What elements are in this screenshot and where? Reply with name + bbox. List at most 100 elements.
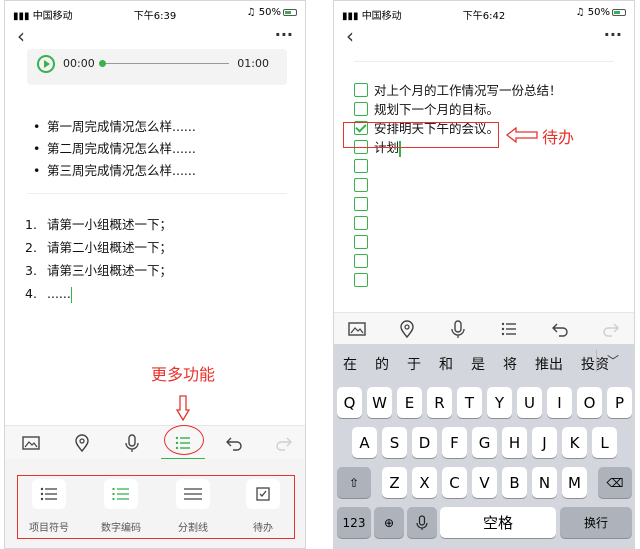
key-g[interactable]: G [472, 427, 497, 458]
todo-checkbox[interactable] [354, 159, 368, 173]
todo-checkbox[interactable] [354, 273, 368, 287]
key-h[interactable]: H [502, 427, 527, 458]
more-options-icon[interactable]: ··· [604, 25, 622, 44]
todo-checkbox[interactable] [354, 197, 368, 211]
candidate-word[interactable]: 在 [334, 354, 366, 374]
key-n[interactable]: N [532, 467, 557, 498]
key-o[interactable]: O [577, 387, 602, 418]
key-t[interactable]: T [457, 387, 482, 418]
location-pin-icon[interactable] [71, 432, 93, 454]
key-p[interactable]: P [607, 387, 632, 418]
key-c[interactable]: C [442, 467, 467, 498]
todo-format-label: 待办 [253, 523, 273, 534]
candidate-word[interactable]: 和 [430, 354, 462, 374]
highlight-box [343, 122, 499, 148]
battery-icon [612, 8, 626, 16]
globe-icon[interactable]: ⊕ [374, 507, 404, 538]
microphone-icon[interactable] [121, 432, 143, 454]
shift-key[interactable]: ⇧ [337, 467, 371, 498]
candidate-word[interactable]: 推出 [526, 354, 572, 374]
key-k[interactable]: K [562, 427, 587, 458]
redo-icon[interactable] [600, 318, 622, 340]
key-d[interactable]: D [412, 427, 437, 458]
key-b[interactable]: B [502, 467, 527, 498]
key-z[interactable]: Z [382, 467, 407, 498]
image-icon[interactable] [346, 318, 368, 340]
candidate-word[interactable]: 将 [494, 354, 526, 374]
bullet-item[interactable]: 第二周完成情况怎么样...... [33, 138, 196, 160]
keyboard: 在 的 于 和 是 将 推出 投资 ﹀ Q W E R T Y U I O P A S D F G H J K L ⇧… [334, 344, 634, 548]
todo-checkbox[interactable] [354, 102, 368, 116]
list-format-icon[interactable] [498, 318, 520, 340]
bullet-list-icon [40, 487, 57, 501]
delete-key[interactable]: ⌫ [598, 467, 632, 498]
bullet-format-button[interactable]: 项目符号 [19, 479, 79, 534]
key-v[interactable]: V [472, 467, 497, 498]
bullet-item[interactable]: 第三周完成情况怎么样...... [33, 160, 196, 182]
numbered-item[interactable]: 2. 请第二小组概述一下； [25, 236, 172, 259]
key-y[interactable]: Y [487, 387, 512, 418]
chevron-down-icon[interactable]: ﹀ [595, 350, 628, 372]
todo-checkbox[interactable] [354, 216, 368, 230]
key-r[interactable]: R [427, 387, 452, 418]
divider-format-button[interactable]: 分割线 [163, 479, 223, 534]
key-w[interactable]: W [367, 387, 392, 418]
todo-checkbox[interactable] [354, 178, 368, 192]
left-arrow-annotation [506, 127, 538, 143]
key-q[interactable]: Q [337, 387, 362, 418]
key-u[interactable]: U [517, 387, 542, 418]
number-format-button[interactable]: 数字编码 [91, 479, 151, 534]
numbered-list: 1. 请第一小组概述一下； 2. 请第二小组概述一下； 3. 请第三小组概述一下； 4… [25, 213, 172, 305]
candidate-word[interactable]: 于 [398, 354, 430, 374]
key-x[interactable]: X [412, 467, 437, 498]
down-arrow-annotation [176, 395, 190, 421]
headphone-icon: ♫ [575, 7, 588, 18]
key-l[interactable]: L [592, 427, 617, 458]
todo-checkbox[interactable] [354, 83, 368, 97]
key-i[interactable]: I [547, 387, 572, 418]
play-icon[interactable] [37, 55, 55, 73]
battery-icon [283, 8, 297, 16]
bullet-item[interactable]: 第一周完成情况怎么样...... [33, 116, 196, 138]
highlight-ellipse [164, 425, 204, 455]
todo-checkbox[interactable] [354, 254, 368, 268]
back-chevron-icon[interactable]: ‹ [17, 25, 25, 47]
candidate-bar: 在 的 于 和 是 将 推出 投资 ﹀ [334, 344, 634, 384]
todo-format-button[interactable]: 待办 [233, 479, 293, 534]
key-s[interactable]: S [382, 427, 407, 458]
key-m[interactable]: M [562, 467, 587, 498]
key-a[interactable]: A [352, 427, 377, 458]
audio-duration: 01:00 [237, 57, 269, 70]
audio-progress-handle[interactable] [99, 60, 106, 67]
more-options-icon[interactable]: ··· [275, 25, 293, 44]
redo-icon[interactable] [273, 432, 295, 454]
battery-percent: 50% [258, 7, 281, 18]
image-icon[interactable] [20, 432, 42, 454]
space-key[interactable]: 空格 [440, 507, 556, 538]
audio-current-time: 00:00 [63, 57, 95, 70]
checkbox-icon [256, 487, 270, 501]
undo-icon[interactable] [223, 432, 245, 454]
numbers-key[interactable]: 123 [337, 507, 371, 538]
right-phone-screen: ▮▮▮ 中国移动 下午6:42 ♫ 50% ‹ ··· 对上个月的工作情况写一份… [333, 0, 635, 549]
undo-icon[interactable] [549, 318, 571, 340]
audio-progress-track[interactable] [103, 63, 229, 64]
candidate-word[interactable]: 是 [462, 354, 494, 374]
back-chevron-icon[interactable]: ‹ [346, 25, 354, 47]
numbered-item[interactable]: 4....... [25, 282, 172, 305]
key-e[interactable]: E [397, 387, 422, 418]
more-features-annotation: 更多功能 [151, 365, 216, 384]
key-j[interactable]: J [532, 427, 557, 458]
key-f[interactable]: F [442, 427, 467, 458]
battery-percent: 50% [587, 7, 610, 18]
numbered-item[interactable]: 1. 请第一小组概述一下； [25, 213, 172, 236]
candidate-word[interactable]: 的 [366, 354, 398, 374]
microphone-icon[interactable] [447, 318, 469, 340]
todo-checkbox[interactable] [354, 235, 368, 249]
location-pin-icon[interactable] [396, 318, 418, 340]
enter-key[interactable]: 换行 [560, 507, 632, 538]
numbered-item[interactable]: 3. 请第三小组概述一下； [25, 259, 172, 282]
microphone-icon[interactable] [407, 507, 437, 538]
nav-bar: ‹ ··· [334, 25, 634, 49]
number-format-label: 数字编码 [101, 523, 141, 534]
